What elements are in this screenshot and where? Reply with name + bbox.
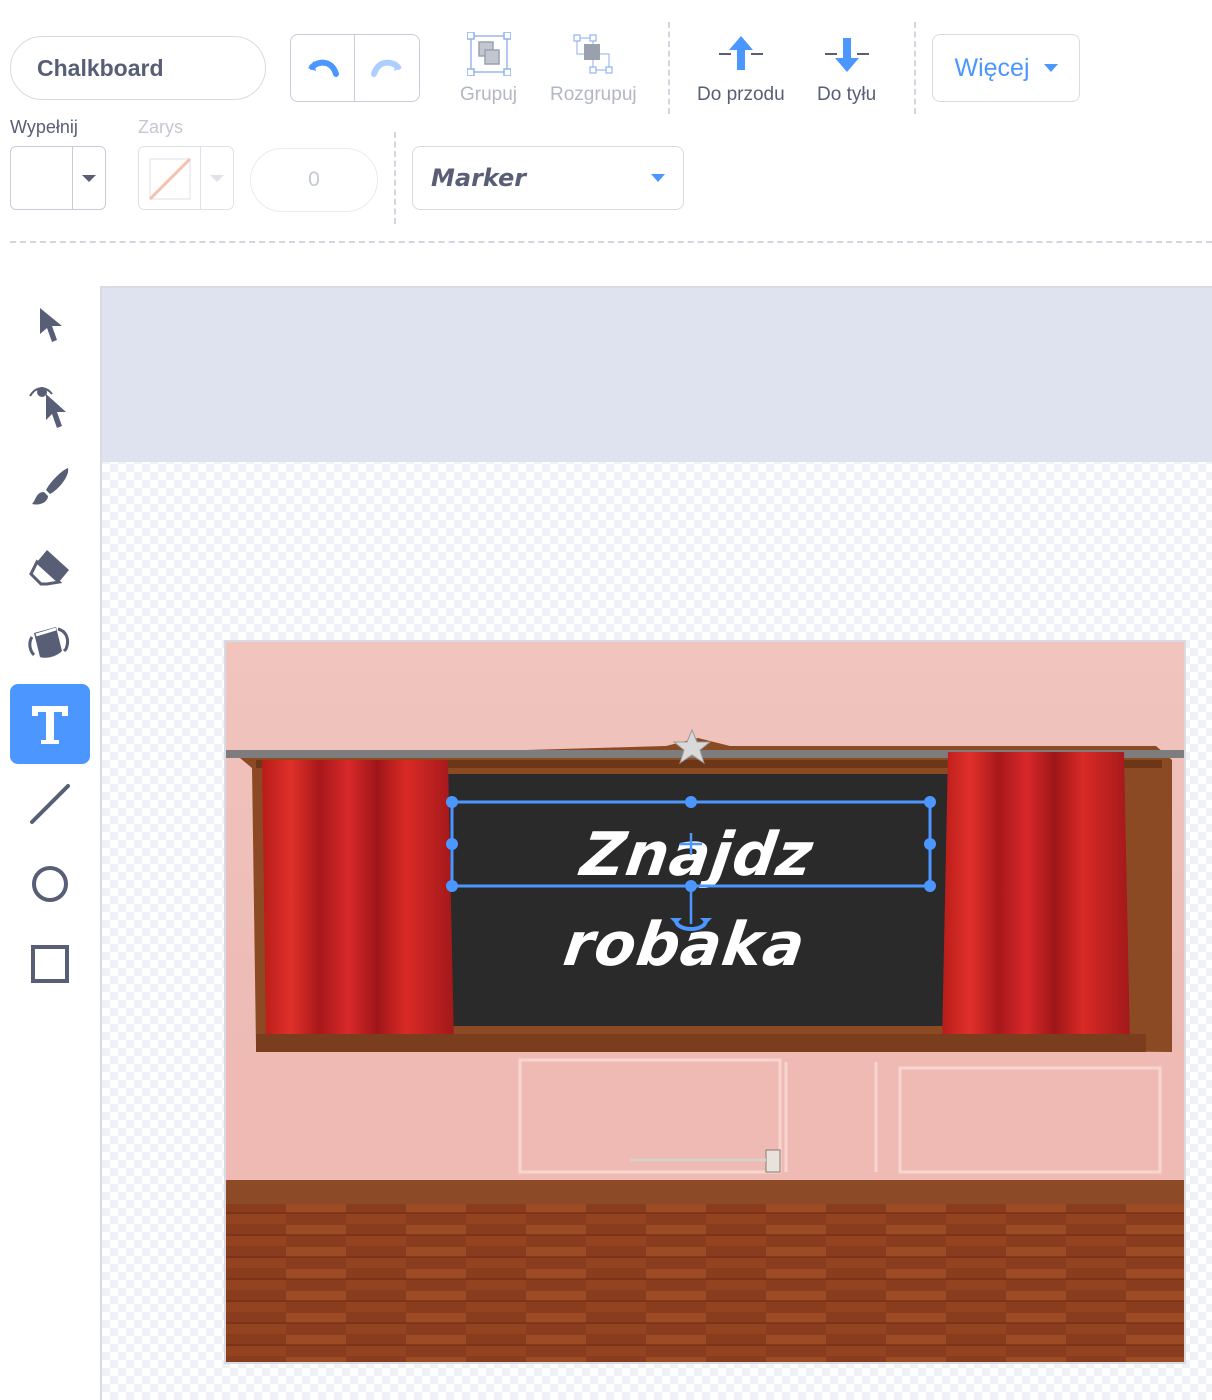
fill-label: Wypełnij bbox=[10, 117, 78, 137]
selection-box[interactable] bbox=[224, 640, 1186, 1364]
reshape-icon bbox=[29, 387, 66, 428]
forward-label: Do przodu bbox=[697, 84, 785, 105]
ungroup-label: Rozgrupuj bbox=[550, 84, 637, 105]
forward-button[interactable]: Do przodu bbox=[697, 32, 785, 106]
arrow-down-icon bbox=[824, 38, 869, 72]
outline-color-swatch bbox=[139, 147, 201, 209]
no-color-icon bbox=[148, 157, 192, 201]
fill-dropdown[interactable] bbox=[73, 147, 105, 209]
text-icon bbox=[32, 706, 68, 744]
backward-label: Do tyłu bbox=[817, 84, 877, 105]
outline-dropdown[interactable] bbox=[201, 147, 233, 209]
resize-handle[interactable] bbox=[924, 796, 936, 808]
resize-handle[interactable] bbox=[924, 838, 936, 850]
eraser-tool[interactable] bbox=[10, 526, 90, 606]
toolbar-bottom-divider bbox=[10, 241, 1212, 243]
group-icon bbox=[466, 32, 511, 76]
group-button[interactable]: Grupuj bbox=[460, 32, 517, 106]
costume-name-input[interactable] bbox=[10, 36, 266, 100]
undo-redo-group bbox=[290, 34, 420, 102]
line-tool[interactable] bbox=[10, 764, 90, 844]
brush-icon bbox=[32, 468, 69, 505]
undo-button[interactable] bbox=[291, 35, 355, 101]
group-label: Grupuj bbox=[460, 84, 518, 105]
chevron-down-icon bbox=[210, 174, 224, 182]
toolbar-divider bbox=[668, 22, 670, 114]
resize-handle[interactable] bbox=[446, 796, 458, 808]
canvas-header-band bbox=[102, 288, 1212, 462]
toolbar-divider bbox=[394, 132, 396, 224]
circle-tool[interactable] bbox=[10, 844, 90, 924]
chevron-down-icon bbox=[82, 174, 96, 182]
resize-handle[interactable] bbox=[446, 838, 458, 850]
text-object-layer: Znajdz robaka bbox=[224, 640, 1186, 1364]
backward-button[interactable]: Do tyłu bbox=[817, 32, 876, 106]
paint-bucket-icon bbox=[28, 627, 70, 658]
outline-label: Zarys bbox=[138, 117, 183, 137]
arrow-pointer-icon bbox=[40, 308, 62, 342]
more-button[interactable]: Więcej bbox=[932, 34, 1080, 102]
redo-icon bbox=[371, 59, 402, 77]
rectangle-icon bbox=[31, 945, 69, 983]
resize-handle[interactable] bbox=[446, 880, 458, 892]
circle-icon bbox=[32, 866, 68, 902]
redo-button[interactable] bbox=[355, 35, 419, 101]
fill-color-picker[interactable] bbox=[10, 146, 106, 210]
drawing-canvas[interactable]: Znajdz robaka bbox=[100, 286, 1212, 1400]
undo-icon bbox=[307, 59, 339, 77]
font-name: Marker bbox=[431, 164, 527, 192]
resize-handle[interactable] bbox=[685, 796, 697, 808]
font-dropdown[interactable]: Marker bbox=[412, 146, 684, 210]
rectangle-tool[interactable] bbox=[10, 924, 90, 1004]
select-tool[interactable] bbox=[10, 284, 90, 364]
resize-handle[interactable] bbox=[924, 880, 936, 892]
center-crosshair-icon bbox=[680, 833, 702, 855]
chevron-down-icon bbox=[1043, 64, 1058, 72]
brush-tool[interactable] bbox=[10, 446, 90, 526]
text-tool[interactable] bbox=[10, 684, 90, 764]
ungroup-button[interactable]: Rozgrupuj bbox=[550, 32, 637, 106]
outline-color-picker[interactable] bbox=[138, 146, 234, 210]
arrow-up-icon bbox=[718, 36, 763, 70]
stroke-width-value: 0 bbox=[308, 168, 320, 191]
chevron-down-icon bbox=[651, 174, 665, 182]
fill-tool[interactable] bbox=[10, 604, 90, 684]
stroke-width-input[interactable]: 0 bbox=[250, 148, 378, 212]
toolbar-divider bbox=[914, 22, 916, 114]
reshape-tool[interactable] bbox=[10, 366, 90, 446]
ungroup-icon bbox=[573, 34, 613, 74]
line-icon bbox=[30, 784, 70, 824]
more-label: Więcej bbox=[954, 53, 1030, 82]
eraser-icon bbox=[29, 550, 69, 586]
fill-color-swatch bbox=[11, 147, 73, 209]
